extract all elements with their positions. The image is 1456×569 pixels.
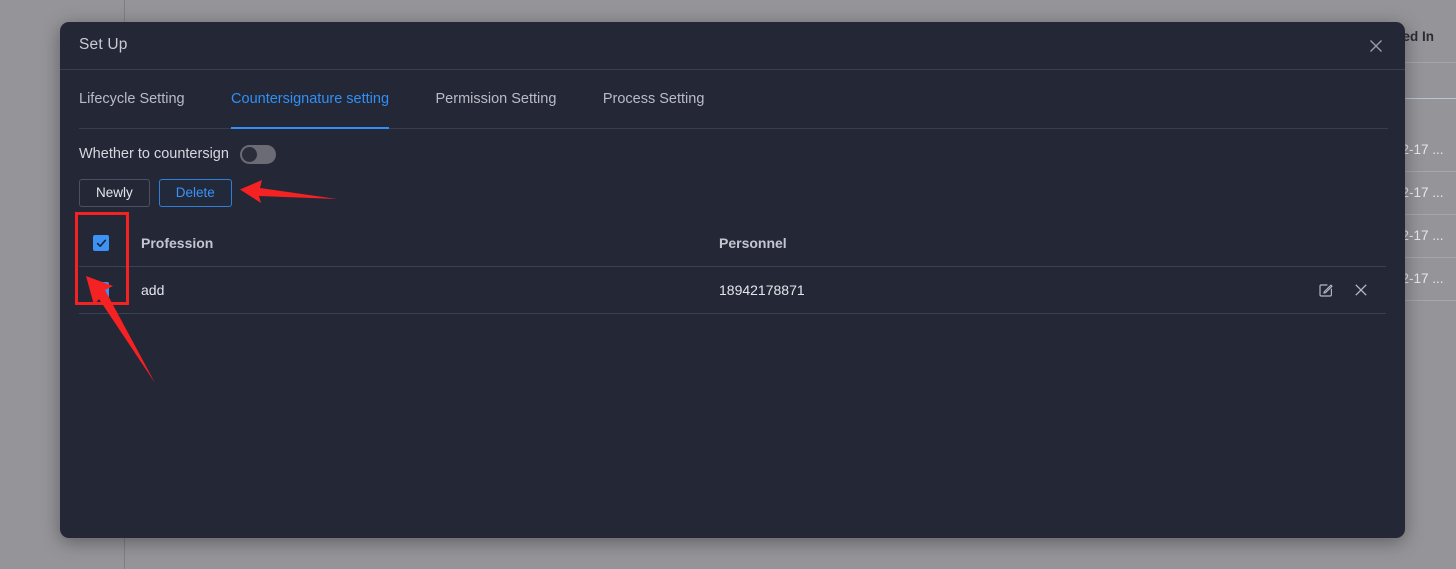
edit-icon[interactable] [1318, 282, 1334, 298]
dialog-tabs: Lifecycle Setting Countersignature setti… [60, 70, 1405, 129]
table-row: add 18942178871 [79, 267, 1386, 314]
countersign-toggle[interactable] [239, 144, 276, 164]
header-checkbox-cell [79, 235, 141, 251]
toggle-knob [241, 146, 257, 162]
select-all-checkbox[interactable] [93, 235, 109, 251]
newly-button[interactable]: Newly [79, 179, 150, 207]
tab-permission-setting[interactable]: Permission Setting [436, 70, 557, 129]
countersign-setting-row: Whether to countersign [79, 137, 1386, 171]
cell-personnel: 18942178871 [719, 282, 805, 298]
tab-process-setting[interactable]: Process Setting [603, 70, 705, 129]
close-icon[interactable] [1365, 35, 1387, 57]
dialog-header: Set Up [60, 22, 1405, 70]
tab-countersignature-setting[interactable]: Countersignature setting [231, 70, 390, 129]
dialog-body: Whether to countersign Newly Delete Prof… [60, 137, 1405, 314]
row-actions-cell [1266, 282, 1386, 298]
dialog-title: Set Up [79, 36, 128, 53]
setup-dialog: Set Up Lifecycle Setting Countersignatur… [60, 22, 1405, 538]
cell-profession: add [141, 282, 165, 298]
remove-icon[interactable] [1354, 283, 1368, 297]
row-checkbox[interactable] [93, 282, 109, 298]
action-button-group: Newly Delete [79, 179, 1386, 207]
table-header-row: Profession Personnel [79, 220, 1386, 267]
tab-lifecycle-setting[interactable]: Lifecycle Setting [79, 70, 185, 129]
countersign-label: Whether to countersign [79, 146, 229, 162]
countersign-table: Profession Personnel add 18942178871 [79, 220, 1386, 314]
column-header-profession: Profession [141, 235, 214, 251]
screen: ted In 02-17 ... 02-17 ... 02-17 ... 02-… [0, 0, 1456, 569]
column-header-personnel: Personnel [719, 235, 787, 251]
delete-button[interactable]: Delete [158, 179, 232, 207]
row-checkbox-cell [79, 282, 141, 298]
